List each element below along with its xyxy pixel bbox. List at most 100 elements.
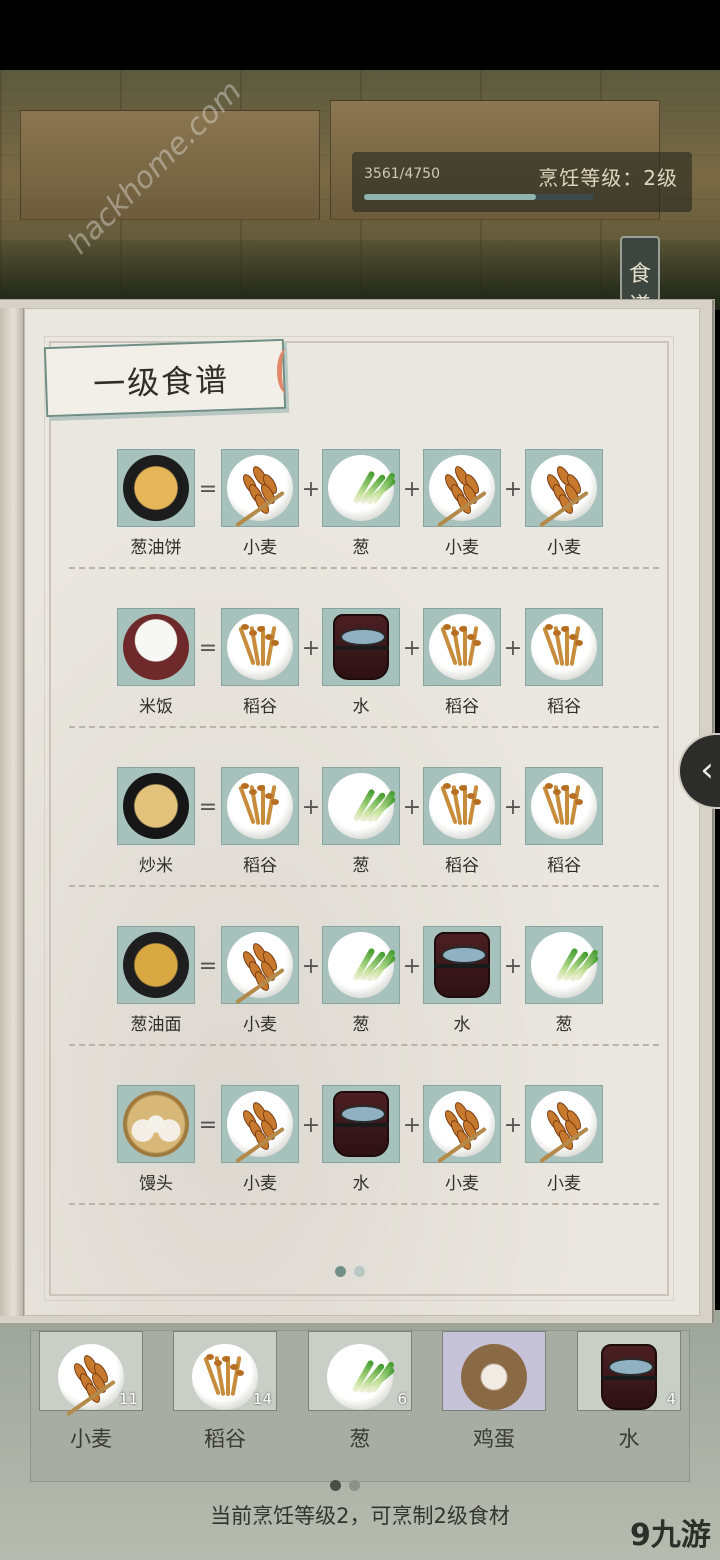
plus-sign: + [503,954,523,979]
ingredient-name: 水 [352,1174,370,1194]
ingredient-cell[interactable]: 水 [322,608,400,717]
ingredient-cell[interactable]: 稻谷 [221,608,299,717]
ingredient-cell[interactable]: 小麦 [423,1085,501,1194]
ingredient-name: 稻谷 [243,856,277,876]
plus-sign: + [503,636,523,661]
ingredient-slot[interactable] [322,449,400,527]
plus-sign: + [301,477,321,502]
inventory-item[interactable]: 4水 [577,1331,681,1453]
ingredient-slot[interactable] [525,767,603,845]
inventory-slot[interactable]: 11 [39,1331,143,1417]
dish-slot[interactable] [117,767,195,845]
item-count: 6 [397,1390,407,1408]
cooking-level-text: 烹饪等级：2级 [538,166,678,190]
dish-slot[interactable] [117,449,195,527]
ingredient-cell[interactable]: 稻谷 [221,767,299,876]
recipe-row: 米饭 = 稻谷 + 水 + 稻谷 + 稻谷 [25,608,701,767]
ingredient-name: 葱 [352,538,370,558]
ingredient-name: 稻谷 [547,856,581,876]
kitchen-scene-background: 3561/4750 烹饪等级：2级 hackhome.com [0,70,720,310]
ingredient-name: 小麦 [243,1174,277,1194]
recipe-row: 馒头 = 小麦 + 水 + 小麦 + 小麦 [25,1085,701,1244]
rice-stalk-icon [227,773,293,839]
ingredient-cell[interactable]: 小麦 [221,449,299,558]
ingredient-cell[interactable]: 稻谷 [423,608,501,717]
recipe-tab-button[interactable]: 食谱 [620,236,660,319]
ingredient-cell[interactable]: 水 [423,926,501,1035]
ingredient-cell[interactable]: 葱 [322,449,400,558]
water-bucket-icon [434,932,490,998]
inventory-slot[interactable]: 4 [577,1331,681,1411]
page-dot-active[interactable] [335,1266,346,1277]
plus-sign: + [301,1113,321,1138]
ingredient-name: 稻谷 [547,697,581,717]
ingredient-slot[interactable] [221,608,299,686]
page-dot-active[interactable] [330,1480,341,1491]
inventory-page-dots [330,1476,368,1495]
ingredient-cell[interactable]: 葱 [322,767,400,876]
wheat-icon [531,1091,597,1164]
ingredient-slot[interactable] [525,1085,603,1164]
ingredient-slot[interactable] [221,767,299,845]
ingredient-name: 稻谷 [243,697,277,717]
page-dot[interactable] [354,1266,365,1277]
dish-cell[interactable]: 馒头 [117,1085,195,1194]
ingredient-slot[interactable] [322,926,400,1004]
dish-slot[interactable] [117,1085,195,1163]
ingredient-cell[interactable]: 稻谷 [423,767,501,876]
page-dot[interactable] [349,1480,360,1491]
ingredient-slot[interactable] [322,1085,400,1163]
ingredient-slot[interactable] [423,449,501,528]
inventory-panel: 11 小麦 14 稻谷 6 葱鸡蛋 4 水 [30,1330,690,1482]
dish-cell[interactable]: 炒米 [117,767,195,876]
ingredient-cell[interactable]: 葱 [322,926,400,1035]
status-bar [0,0,720,70]
ingredient-slot[interactable] [423,767,501,845]
inventory-item[interactable]: 14 稻谷 [173,1331,277,1453]
equals-sign: = [198,795,218,820]
ingredient-slot[interactable] [221,1085,299,1164]
ingredient-cell[interactable]: 葱 [525,926,603,1035]
ingredient-slot[interactable] [221,926,299,1005]
ingredient-slot[interactable] [525,449,603,528]
dish-slot[interactable] [117,608,195,686]
ingredient-cell[interactable]: 稻谷 [525,608,603,717]
ingredient-slot[interactable] [525,926,603,1004]
rice-stalk-icon [429,614,495,680]
ingredient-cell[interactable]: 小麦 [221,1085,299,1194]
plus-sign: + [301,795,321,820]
ingredient-cell[interactable]: 小麦 [221,926,299,1035]
plus-sign: + [301,954,321,979]
inventory-item[interactable]: 鸡蛋 [442,1331,546,1453]
dish-cell[interactable]: 葱油饼 [117,449,195,558]
equals-sign: = [198,477,218,502]
inventory-item[interactable]: 11 小麦 [39,1331,143,1453]
dish-name: 米饭 [139,697,173,717]
inventory-slot[interactable]: 6 [308,1331,412,1411]
ingredient-slot[interactable] [423,1085,501,1164]
scallion-icon [328,773,397,839]
inventory-slot[interactable] [442,1331,546,1411]
inventory-slot[interactable]: 14 [173,1331,277,1411]
dish-slot[interactable] [117,926,195,1004]
ingredient-slot[interactable] [322,608,400,686]
ingredient-slot[interactable] [525,608,603,686]
chevron-left-icon: ‹ [700,750,714,790]
ribbon-icon [277,349,295,393]
ingredient-cell[interactable]: 稻谷 [525,767,603,876]
ingredient-cell[interactable]: 小麦 [525,449,603,558]
ingredient-cell[interactable]: 水 [322,1085,400,1194]
plus-sign: + [402,477,422,502]
ingredient-cell[interactable]: 小麦 [423,449,501,558]
ingredient-slot[interactable] [221,449,299,528]
dish-name: 葱油饼 [130,538,182,558]
ingredient-slot[interactable] [423,926,501,1004]
ingredient-slot[interactable] [423,608,501,686]
inventory-item[interactable]: 6葱 [308,1331,412,1453]
equals-sign: = [198,954,218,979]
dish-name: 馒头 [139,1174,173,1194]
dish-cell[interactable]: 米饭 [117,608,195,717]
dish-cell[interactable]: 葱油面 [117,926,195,1035]
ingredient-cell[interactable]: 小麦 [525,1085,603,1194]
ingredient-slot[interactable] [322,767,400,845]
